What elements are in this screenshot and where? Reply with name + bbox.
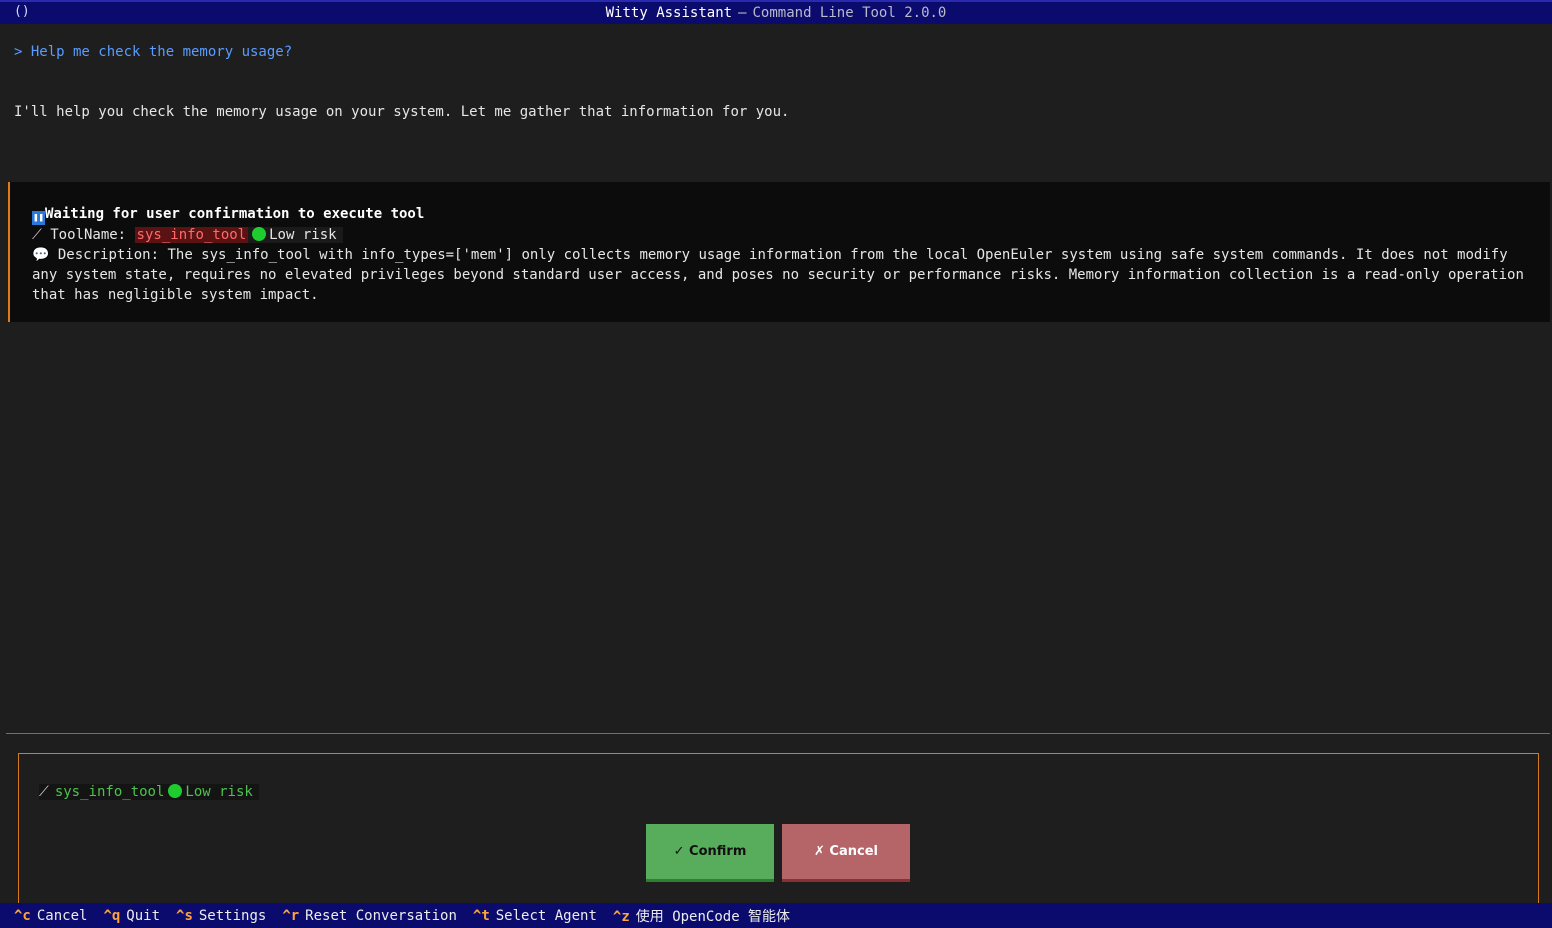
wrench-icon: ⟋ [39, 784, 49, 800]
tool-confirmation-panel: ❚❚Waiting for user confirmation to execu… [8, 182, 1550, 322]
hint-opencode-agent[interactable]: ^z 使用 OpenCode 智能体 [613, 906, 790, 926]
cancel-button[interactable]: ✗ Cancel [782, 824, 910, 882]
hint-label: Select Agent [495, 907, 597, 924]
assistant-message: I'll help you check the memory usage on … [14, 104, 790, 120]
hint-key: ^q [103, 907, 121, 924]
hint-key: ^z [612, 908, 630, 925]
dialog-tool-summary: ⟋ sys_info_tool Low risk [39, 784, 259, 800]
risk-dot-icon [168, 784, 183, 798]
toolname-label: ToolName: [50, 227, 127, 243]
title-bar: () Witty Assistant — Command Line Tool 2… [0, 0, 1552, 24]
waiting-line: ❚❚Waiting for user confirmation to execu… [32, 204, 1530, 225]
tool-name-value: sys_info_tool [134, 227, 249, 243]
hint-key: ^s [176, 907, 193, 924]
hint-reset-conversation[interactable]: ^r Reset Conversation [282, 908, 457, 924]
risk-dot-icon [252, 227, 267, 241]
hint-quit[interactable]: ^q Quit [103, 908, 160, 924]
user-message: > Help me check the memory usage? [14, 44, 293, 60]
hint-settings[interactable]: ^s Settings [176, 908, 266, 924]
pause-icon: ❚❚ [32, 211, 45, 225]
waiting-text: Waiting for user confirmation to execute… [45, 206, 425, 222]
app-title: Witty Assistant [605, 5, 733, 21]
speech-bubble-icon: 💬 [32, 247, 50, 263]
description-text: The sys_info_tool with info_types=['mem'… [32, 247, 1524, 303]
tool-name-line: ⟋ ToolName: sys_info_tool Low risk [32, 225, 1530, 245]
hint-label: Settings [198, 907, 267, 924]
hint-key: ^c [14, 907, 31, 924]
hint-label: 使用 OpenCode 智能体 [635, 908, 791, 925]
hint-select-agent[interactable]: ^t Select Agent [473, 908, 597, 924]
app-menu-icon[interactable]: () [14, 4, 30, 19]
hint-label: Cancel [36, 907, 88, 924]
risk-badge: Low risk [248, 227, 343, 243]
risk-label: Low risk [269, 227, 337, 243]
description-line: 💬 Description: The sys_info_tool with in… [32, 245, 1530, 305]
confirmation-dialog: ⟋ sys_info_tool Low risk ✓ Confirm ✗ Cance… [18, 753, 1539, 913]
keybinding-footer: ^c Cancel ^q Quit ^s Settings ^r Reset Conve… [0, 903, 1552, 928]
hint-cancel[interactable]: ^c Cancel [14, 908, 87, 924]
chat-log[interactable]: > Help me check the memory usage? I'll h… [6, 24, 1550, 734]
description-label: Description: [57, 247, 160, 263]
hint-label: Quit [126, 907, 161, 924]
hint-label: Reset Conversation [305, 907, 457, 924]
title-separator: — [738, 5, 747, 21]
hint-key: ^t [472, 907, 490, 924]
input-divider [6, 733, 1550, 734]
wrench-icon: ⟋ [32, 227, 42, 243]
hint-key: ^r [282, 907, 300, 924]
app-subtitle: Command Line Tool 2.0.0 [752, 5, 947, 21]
dialog-tool-name: sys_info_tool [54, 784, 165, 800]
dialog-risk-label: Low risk [185, 784, 253, 800]
confirm-button[interactable]: ✓ Confirm [646, 824, 774, 882]
